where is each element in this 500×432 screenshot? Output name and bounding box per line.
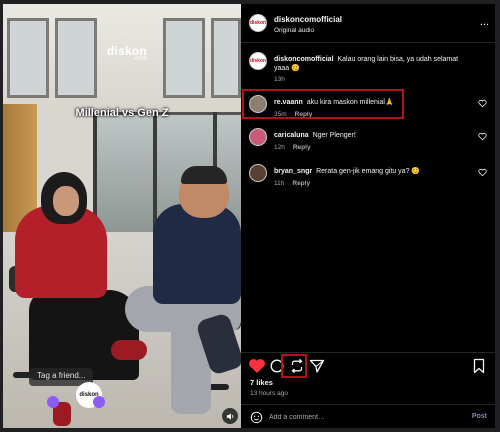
post-info-panel: diskon diskoncomofficial Original audio … [241,4,495,428]
scene-person [153,204,241,304]
repost-icon[interactable] [287,356,307,376]
comment-username[interactable]: bryan_sngr [274,168,312,175]
comment-body: aku kira maskon millenial🙏 [306,99,394,106]
scene-window [163,18,205,98]
comment-time[interactable]: 35m [274,111,287,118]
emoji-icon[interactable] [250,411,263,424]
comment-text: caricaluna Nger Plenger! [274,131,474,140]
like-comment-icon[interactable] [478,168,487,177]
comment-composer: Post [241,404,495,428]
post-comment-button[interactable]: Post [472,413,487,420]
scene-person [181,166,227,184]
more-options-button[interactable]: ... [480,17,489,28]
scene-person [53,186,79,216]
scene-window [211,18,241,98]
post-header: diskon diskoncomofficial Original audio … [241,4,495,42]
comment-text: re.vaann aku kira maskon millenial🙏 [274,98,474,107]
mute-button[interactable] [222,408,238,424]
comment-meta: 35m Reply [274,111,312,118]
comment-input[interactable] [269,410,449,424]
mic-icon [47,396,59,408]
comment-text: bryan_sngr Rerata gen-jik emang gitu ya?… [274,167,474,176]
actions-divider [241,352,495,353]
scene-window [7,18,49,98]
scene-frame [153,112,157,232]
comment-meta: 12h Reply [274,144,311,151]
comment-username[interactable]: caricaluna [274,132,309,139]
commenter-avatar[interactable] [249,95,267,113]
likes-count[interactable]: 7 likes [250,378,273,387]
reply-button[interactable]: Reply [295,111,313,118]
reply-button[interactable]: Reply [293,144,311,151]
header-divider [241,42,495,43]
mic-icon [93,396,105,408]
audio-label[interactable]: Original audio [274,27,314,34]
speaker-icon [226,412,233,420]
caption-time[interactable]: 13h [274,76,285,83]
video-brand-mark: diskon .com [107,44,147,62]
comment-body: Nger Plenger! [312,132,356,139]
video-player[interactable]: diskon .com Millenial vs Gen Z Tag a fri… [3,4,241,428]
scene-person [111,340,147,360]
scene-window [55,18,97,98]
like-comment-icon[interactable] [478,132,487,141]
comment-time[interactable]: 12h [274,144,285,151]
scene-person [29,290,139,380]
post-timestamp[interactable]: 13 hours ago [250,390,288,397]
comment-username[interactable]: re.vaann [274,99,303,106]
bookmark-icon[interactable] [469,356,489,376]
author-avatar[interactable]: diskon [249,14,267,32]
comment-meta: 11h Reply [274,180,310,187]
caption-text: diskoncomofficial Kalau orang lain bisa,… [274,55,474,73]
commenter-avatar[interactable] [249,128,267,146]
comment-icon[interactable] [267,356,287,376]
comment-body: Rerata gen-jik emang gitu ya? 😊 [316,168,421,175]
caption-meta: 13h [274,76,285,83]
author-username[interactable]: diskoncomofficial [274,15,342,24]
send-icon[interactable] [307,356,327,376]
reply-button[interactable]: Reply [292,180,310,187]
comment-time[interactable]: 11h [274,180,284,187]
caption-username[interactable]: diskoncomofficial [274,56,334,63]
action-bar [241,356,495,378]
heart-filled-icon[interactable] [247,356,267,376]
video-overlay-title: Millenial vs Gen Z [75,107,169,119]
caption-avatar[interactable]: diskon [249,52,267,70]
like-comment-icon[interactable] [478,99,487,108]
commenter-avatar[interactable] [249,164,267,182]
post-dialog: diskon .com Millenial vs Gen Z Tag a fri… [3,4,495,428]
